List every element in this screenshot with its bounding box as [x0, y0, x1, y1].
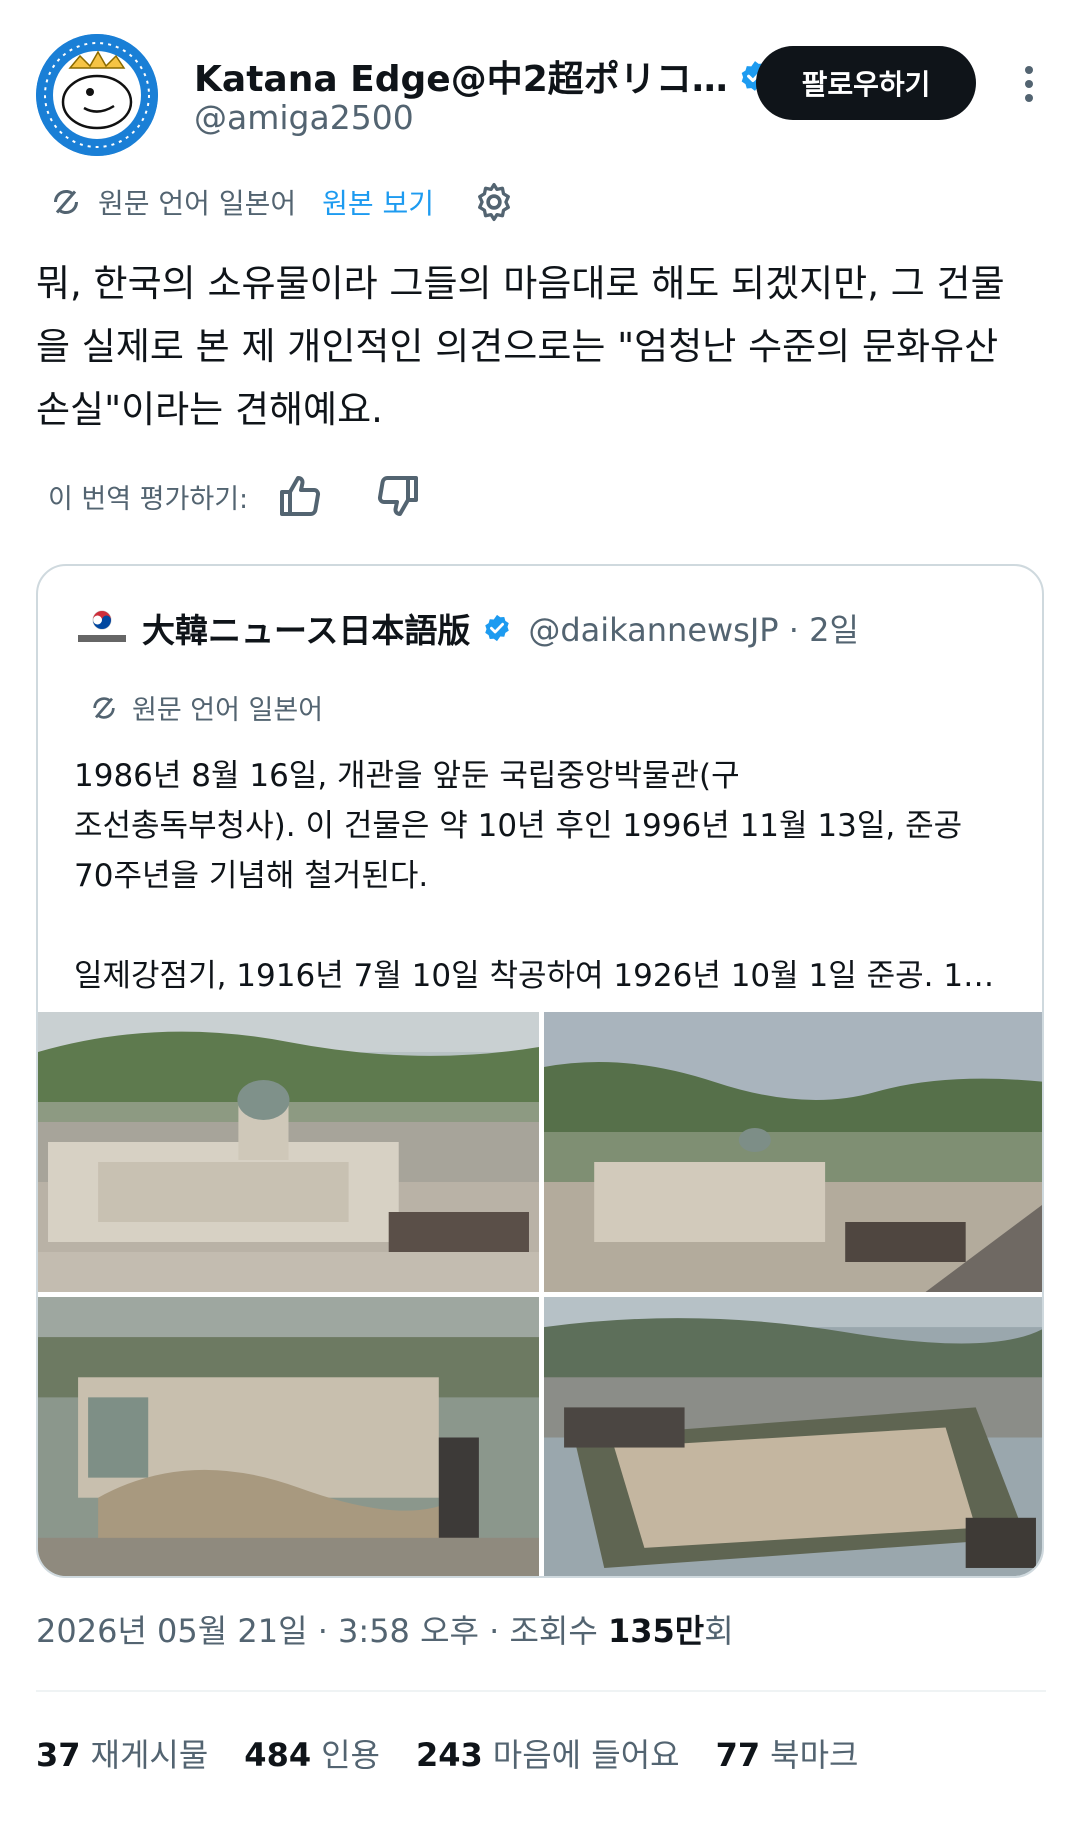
thumbs-up-icon[interactable]	[276, 472, 324, 520]
view-count-suffix: 회	[704, 1612, 734, 1650]
quoted-translation-bar: 원문 언어 일본어	[88, 688, 323, 727]
quoted-verified-badge-icon	[485, 614, 510, 642]
translate-icon	[53, 189, 79, 215]
follow-button[interactable]: 팔로우하기	[756, 46, 976, 120]
view-count: 135만	[607, 1612, 705, 1650]
tweet-timestamp[interactable]: 2026년 05월 21일 · 3:58 오후 · 조회수	[36, 1612, 608, 1650]
divider	[36, 1690, 1046, 1692]
thumbs-down-icon[interactable]	[374, 472, 422, 520]
tweet-text: 뭐, 한국의 소유물이라 그들의 마음대로 해도 되겠지만, 그 건물을 실제로…	[36, 262, 1005, 431]
quoted-tweet-text: 1986년 8월 16일, 개관을 앞둔 국립중앙박물관(구 조선총독부청사).…	[74, 758, 995, 994]
quoted-tweet-card[interactable]: 大韓ニュース日本語版 @daikannewsJP · 2일 원문 언어 일본어 …	[36, 564, 1044, 1578]
photo-museum-aerial-2[interactable]	[544, 1012, 1042, 1292]
tweet-header: Katana Edge@中2超ポリコ… @amiga2500 팔로우하기	[36, 34, 1046, 164]
engagement-stats: 37 재게시물 484 인용 243 마음에 들어요 77 북마크	[36, 1730, 858, 1776]
quoted-source-language-label: 원문 언어 일본어	[132, 695, 324, 726]
likes-stat[interactable]: 243 마음에 들어요	[416, 1730, 680, 1776]
photo-grid	[38, 1012, 1042, 1576]
quotes-stat[interactable]: 484 인용	[244, 1730, 380, 1776]
daikan-news-logo-icon	[78, 610, 126, 642]
quoted-author-handle: @daikannewsJP · 2일	[528, 611, 859, 649]
photo-cleared-site[interactable]	[544, 1297, 1042, 1576]
translation-bar: 원문 언어 일본어 원본 보기	[48, 180, 516, 224]
author-handle[interactable]: @amiga2500	[194, 98, 414, 137]
author-display-name[interactable]: Katana Edge@中2超ポリコ…	[194, 50, 728, 102]
reposts-stat[interactable]: 37 재게시물	[36, 1730, 208, 1776]
quoted-author-name[interactable]: 大韓ニュース日本語版	[142, 604, 470, 652]
source-language-label: 원문 언어 일본어	[98, 187, 297, 220]
rate-translation-label: 이 번역 평가하기:	[48, 483, 249, 515]
translate-icon	[93, 696, 115, 719]
rate-translation-row: 이 번역 평가하기:	[48, 472, 422, 520]
show-original-link[interactable]: 원본 보기	[322, 182, 434, 222]
author-avatar[interactable]	[36, 34, 158, 156]
more-options-icon[interactable]	[1014, 62, 1044, 106]
bookmarks-stat[interactable]: 77 북마크	[716, 1730, 859, 1776]
tweet-meta: 2026년 05월 21일 · 3:58 오후 · 조회수 135만회	[36, 1606, 734, 1652]
photo-museum-aerial-1[interactable]	[38, 1012, 539, 1292]
gear-icon[interactable]	[472, 180, 516, 224]
photo-demolition-progress[interactable]	[38, 1297, 539, 1576]
